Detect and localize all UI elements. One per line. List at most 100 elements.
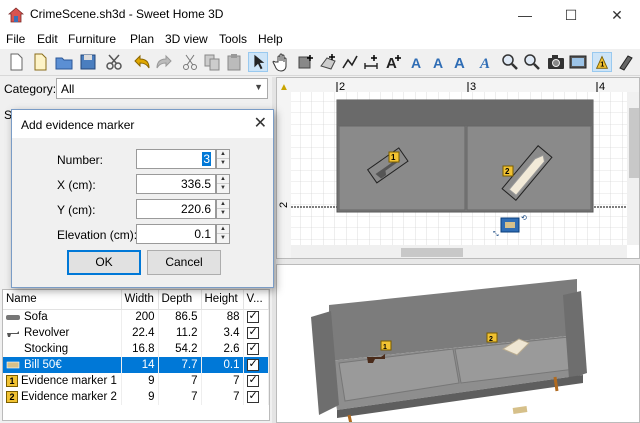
- visible-checkbox[interactable]: [246, 341, 259, 355]
- spin-up-icon[interactable]: ▲: [217, 225, 229, 234]
- text-style-icon-2[interactable]: A: [430, 52, 450, 72]
- create-walls-icon[interactable]: [296, 52, 316, 72]
- cancel-button[interactable]: Cancel: [147, 250, 221, 275]
- add-evidence-marker-dialog: Add evidence marker ✕ Number: 3 ▲ ▼ X (cm…: [11, 109, 274, 288]
- add-text-icon[interactable]: A: [384, 52, 404, 72]
- spin-up-icon[interactable]: ▲: [217, 175, 229, 184]
- svg-text:A: A: [479, 56, 490, 72]
- cell-name: Stocking: [24, 343, 69, 355]
- y-spinner[interactable]: ▲ ▼: [216, 199, 230, 219]
- column-visible[interactable]: V...: [243, 290, 269, 310]
- cell-name: Bill 50€: [24, 359, 62, 371]
- visible-checkbox[interactable]: [246, 373, 259, 387]
- plugin-tool-icon[interactable]: [616, 52, 636, 72]
- menu-file[interactable]: File: [6, 32, 25, 46]
- cell-height: 0.1: [201, 357, 244, 373]
- table-row[interactable]: Revolver 22.4 11.2 3.4: [3, 325, 269, 341]
- category-select[interactable]: All ▼: [56, 78, 268, 99]
- visible-checkbox[interactable]: [246, 357, 259, 371]
- menu-help[interactable]: Help: [258, 32, 283, 46]
- table-row[interactable]: Stocking 16.8 54.2 2.6: [3, 341, 269, 357]
- menu-furniture[interactable]: Furniture: [68, 32, 116, 46]
- menu-3d-view[interactable]: 3D view: [165, 32, 208, 46]
- create-dimensions-icon[interactable]: [362, 52, 382, 72]
- table-row[interactable]: 1 Evidence marker 1 9 7 7: [3, 373, 269, 389]
- minimize-button[interactable]: —: [502, 0, 548, 30]
- cell-width: 16.8: [121, 341, 159, 357]
- cut-preferences-icon[interactable]: [104, 52, 124, 72]
- paste-icon[interactable]: [224, 52, 244, 72]
- y-field[interactable]: 220.6: [136, 199, 216, 219]
- undo-icon[interactable]: [132, 52, 152, 72]
- 3d-canvas[interactable]: 1 2: [277, 265, 640, 423]
- spin-down-icon[interactable]: ▼: [217, 209, 229, 218]
- banknote-icon: [6, 361, 20, 369]
- 3d-view[interactable]: 1 2: [276, 264, 640, 423]
- create-polylines-icon[interactable]: [340, 52, 360, 72]
- table-row-selected[interactable]: Bill 50€ 14 7.7 0.1: [3, 357, 269, 373]
- copy-icon[interactable]: [202, 52, 222, 72]
- app-window: CrimeScene.sh3d - Sweet Home 3D — ☐ ✕ Fi…: [0, 0, 640, 423]
- italic-text-icon[interactable]: A: [476, 52, 496, 72]
- spin-down-icon[interactable]: ▼: [217, 184, 229, 193]
- plan-view[interactable]: 2 3 4 2 1 2 ⤡ ⟲ ▲: [276, 77, 640, 259]
- x-field[interactable]: 336.5: [136, 174, 216, 194]
- create-photo-icon[interactable]: [546, 52, 566, 72]
- window-title: CrimeScene.sh3d - Sweet Home 3D: [30, 7, 224, 21]
- open-folder-icon[interactable]: [54, 52, 74, 72]
- menu-tools[interactable]: Tools: [219, 32, 247, 46]
- table-row[interactable]: 2 Evidence marker 2 9 7 7: [3, 389, 269, 405]
- ok-button[interactable]: OK: [67, 250, 141, 275]
- text-style-icon-1[interactable]: A: [408, 52, 428, 72]
- elevation-spinner[interactable]: ▲ ▼: [216, 224, 230, 244]
- menu-edit[interactable]: Edit: [37, 32, 58, 46]
- visible-checkbox[interactable]: [246, 309, 259, 324]
- cell-width: 22.4: [121, 325, 159, 341]
- spin-up-icon[interactable]: ▲: [217, 200, 229, 209]
- redo-icon[interactable]: [154, 52, 174, 72]
- menu-plan[interactable]: Plan: [130, 32, 154, 46]
- maximize-button[interactable]: ☐: [548, 0, 594, 30]
- furniture-table[interactable]: Name Width Depth Height V... Sofa 200 86…: [2, 289, 270, 421]
- evidence-marker-icon: 2: [6, 390, 18, 403]
- select-mode-icon[interactable]: [248, 52, 268, 72]
- sofa-icon: [6, 315, 20, 321]
- new-file-icon[interactable]: [6, 52, 26, 72]
- cell-depth: 86.5: [158, 309, 202, 325]
- visible-checkbox[interactable]: [246, 325, 259, 339]
- cut-icon[interactable]: [180, 52, 200, 72]
- elevation-field[interactable]: 0.1: [136, 224, 216, 244]
- number-spinner[interactable]: ▲ ▼: [216, 149, 230, 169]
- bold-text-icon[interactable]: A: [452, 52, 472, 72]
- number-value: 3: [202, 152, 211, 166]
- svg-text:1: 1: [600, 60, 604, 69]
- visible-checkbox[interactable]: [246, 389, 259, 403]
- zoom-in-icon[interactable]: [500, 52, 520, 72]
- table-header-row: Name Width Depth Height V...: [3, 290, 269, 310]
- column-depth[interactable]: Depth: [158, 290, 202, 310]
- new-home-icon[interactable]: [30, 52, 50, 72]
- x-spinner[interactable]: ▲ ▼: [216, 174, 230, 194]
- sofa-plan[interactable]: [336, 99, 594, 213]
- create-video-icon[interactable]: [568, 52, 588, 72]
- column-width[interactable]: Width: [121, 290, 159, 310]
- zoom-out-icon[interactable]: [522, 52, 542, 72]
- number-field[interactable]: 3: [136, 149, 216, 169]
- column-name[interactable]: Name: [3, 290, 122, 310]
- dialog-close-icon[interactable]: ✕: [254, 113, 267, 133]
- spin-up-icon[interactable]: ▲: [217, 150, 229, 159]
- table-row[interactable]: Sofa 200 86.5 88: [3, 309, 269, 325]
- cell-name: Evidence marker 1: [21, 375, 117, 388]
- title-bar: CrimeScene.sh3d - Sweet Home 3D — ☐ ✕: [0, 0, 640, 30]
- spin-down-icon[interactable]: ▼: [217, 234, 229, 243]
- column-height[interactable]: Height: [201, 290, 244, 310]
- menu-bar: File Edit Furniture Plan 3D view Tools H…: [0, 30, 640, 49]
- pan-mode-icon[interactable]: [272, 52, 292, 72]
- spin-down-icon[interactable]: ▼: [217, 159, 229, 168]
- y-label: Y (cm):: [57, 203, 96, 217]
- evidence-marker-plugin-icon[interactable]: 1: [592, 52, 612, 72]
- plan-canvas[interactable]: 2 3 4 2 1 2 ⤡ ⟲ ▲: [277, 78, 640, 259]
- create-rooms-icon[interactable]: [318, 52, 338, 72]
- close-button[interactable]: ✕: [594, 0, 640, 30]
- save-icon[interactable]: [78, 52, 98, 72]
